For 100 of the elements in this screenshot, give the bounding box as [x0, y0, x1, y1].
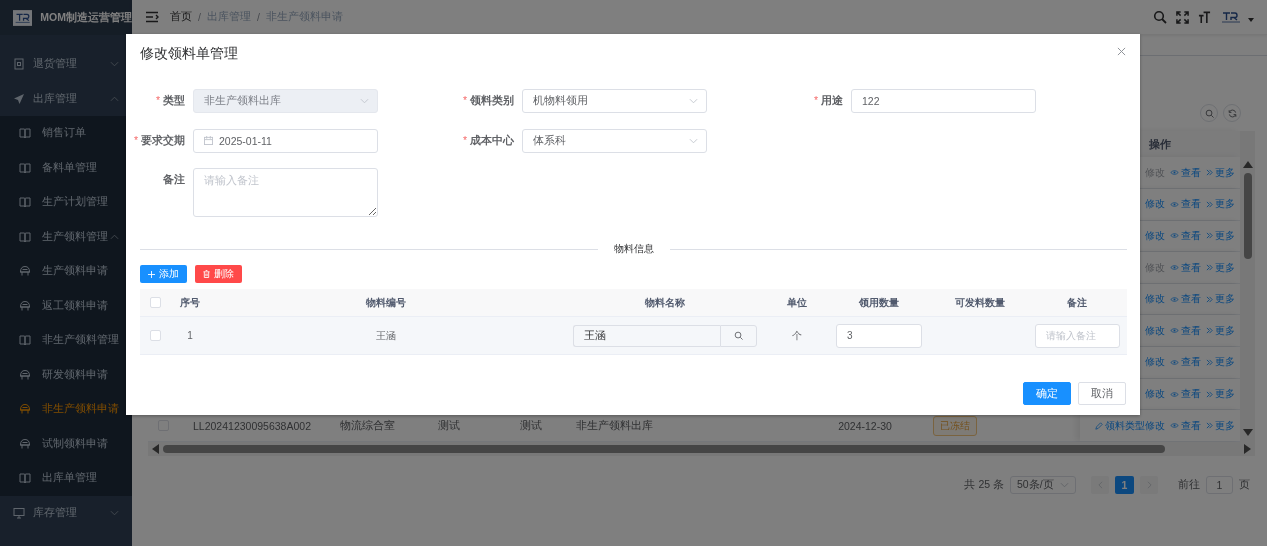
- page-suffix: 页: [1239, 478, 1250, 492]
- view-link[interactable]: 查看: [1170, 355, 1201, 370]
- view-link[interactable]: 查看: [1170, 387, 1201, 402]
- quantity-field[interactable]: 3: [836, 323, 922, 348]
- close-icon[interactable]: [1117, 47, 1126, 56]
- more-link[interactable]: 更多: [1206, 323, 1235, 338]
- field-label: * 类型: [155, 94, 185, 108]
- avatar-logo-icon[interactable]: [1220, 10, 1242, 24]
- helmet-icon: [19, 299, 31, 312]
- vertical-scrollbar[interactable]: [1240, 131, 1255, 442]
- scrollbar-thumb[interactable]: [163, 445, 1165, 453]
- more-link[interactable]: 更多: [1206, 197, 1235, 212]
- date-field[interactable]: 2025-01-11: [193, 128, 378, 153]
- arrow-up-icon[interactable]: [1242, 161, 1253, 168]
- edit-link[interactable]: 修改: [1145, 197, 1165, 212]
- menu-item[interactable]: 研发领料申请: [0, 357, 132, 392]
- plus-icon: [148, 270, 155, 278]
- column-header: 备注: [1066, 295, 1088, 310]
- input-field[interactable]: 122: [851, 89, 1036, 113]
- arrow-down-icon[interactable]: [1242, 429, 1253, 436]
- more-link[interactable]: 更多: [1206, 355, 1235, 370]
- view-link[interactable]: 查看: [1170, 165, 1201, 180]
- scrollbar-thumb[interactable]: [1243, 173, 1252, 259]
- breadcrumb-link[interactable]: 首页: [170, 10, 192, 24]
- table-cell-text: 测试: [437, 418, 461, 433]
- more-link[interactable]: 更多: [1206, 292, 1235, 307]
- double-chevron-icon: [1206, 232, 1213, 240]
- page-size-select[interactable]: 50条/页: [1010, 476, 1076, 494]
- more-link[interactable]: 更多: [1206, 228, 1235, 243]
- text-size-icon[interactable]: [1198, 10, 1211, 24]
- dropdown-field[interactable]: 体系科: [522, 128, 707, 153]
- menu-item[interactable]: 返工领料申请: [0, 288, 132, 323]
- edit-link[interactable]: 领料类型修改: [1095, 418, 1165, 433]
- more-link[interactable]: 更多: [1206, 387, 1235, 402]
- edit-link[interactable]: 修改: [1145, 387, 1165, 402]
- status-tag: 已冻结: [933, 415, 977, 436]
- dropdown-field[interactable]: 机物料领用: [522, 89, 707, 113]
- view-link[interactable]: 查看: [1170, 323, 1201, 338]
- view-link[interactable]: 查看: [1170, 197, 1201, 212]
- caret-icon[interactable]: [1248, 18, 1254, 22]
- table-cell-text: 非生产领料出库: [574, 418, 654, 433]
- breadcrumb-separator: /: [198, 11, 201, 23]
- confirm-button[interactable]: 确定: [1023, 382, 1071, 405]
- table-cell-text: 王涵: [375, 328, 397, 343]
- edit-link[interactable]: 修改: [1145, 228, 1165, 243]
- eye-icon: [1170, 390, 1179, 398]
- view-link[interactable]: 查看: [1170, 292, 1201, 307]
- delete-button[interactable]: 删除: [195, 265, 242, 283]
- view-link[interactable]: 查看: [1170, 418, 1201, 433]
- arrow-right-icon[interactable]: [1244, 444, 1251, 454]
- fullscreen-icon[interactable]: [1176, 10, 1189, 24]
- view-link[interactable]: 查看: [1170, 228, 1201, 243]
- page-number[interactable]: 1: [1115, 476, 1134, 494]
- input-field[interactable]: 王涵: [573, 324, 720, 347]
- edit-link[interactable]: 修改: [1145, 292, 1165, 307]
- menu-item[interactable]: 备料单管理: [0, 150, 132, 185]
- menu-item[interactable]: 生产领料申请: [0, 254, 132, 289]
- menu-item[interactable]: 生产计划管理: [0, 185, 132, 220]
- dialog-title: 修改领料单管理: [140, 46, 238, 62]
- add-button[interactable]: 添加: [140, 265, 187, 283]
- menu-item[interactable]: 试制领料申请: [0, 426, 132, 461]
- edit-link[interactable]: 修改: [1145, 355, 1165, 370]
- field-label: * 要求交期: [133, 133, 185, 148]
- more-link[interactable]: 更多: [1206, 165, 1235, 180]
- more-link[interactable]: 更多: [1206, 260, 1235, 275]
- search-button[interactable]: [1200, 104, 1218, 122]
- total-count: 共 25 条: [964, 478, 1004, 492]
- refresh-button[interactable]: [1223, 104, 1241, 122]
- menu-icon[interactable]: [145, 11, 159, 23]
- logo-icon: [13, 8, 33, 27]
- book-icon: [19, 334, 31, 347]
- menu-item[interactable]: 生产领料管理: [0, 219, 132, 254]
- double-chevron-icon: [1206, 169, 1213, 177]
- menu-item[interactable]: 出库单管理: [0, 461, 132, 496]
- page-input[interactable]: 1: [1206, 476, 1233, 494]
- double-chevron-icon: [1206, 358, 1213, 366]
- menu-item[interactable]: 非生产领料管理: [0, 323, 132, 358]
- book-icon: [19, 196, 31, 209]
- cancel-button[interactable]: 取消: [1078, 382, 1126, 405]
- double-chevron-icon: [1206, 200, 1213, 208]
- eye-icon: [1170, 232, 1179, 240]
- checkbox[interactable]: [149, 297, 161, 308]
- view-link[interactable]: 查看: [1170, 260, 1201, 275]
- horizontal-scrollbar[interactable]: [148, 442, 1255, 456]
- edit-link[interactable]: 修改: [1145, 323, 1165, 338]
- eye-icon: [1170, 200, 1179, 208]
- chevron-down-icon: [1060, 482, 1069, 488]
- arrow-left-icon[interactable]: [152, 444, 159, 454]
- checkbox[interactable]: [149, 330, 161, 341]
- book-icon: [19, 472, 31, 485]
- double-chevron-icon: [1206, 327, 1213, 335]
- menu-item[interactable]: 非生产领料申请: [0, 392, 132, 427]
- eye-icon: [1170, 169, 1179, 177]
- more-link[interactable]: 更多: [1206, 418, 1235, 433]
- menu-item[interactable]: 销售订单: [0, 116, 132, 151]
- chevron-down-icon: [360, 98, 369, 104]
- field-label: 备注: [163, 173, 185, 187]
- search-icon[interactable]: [1153, 10, 1167, 24]
- field-label: * 成本中心: [462, 133, 514, 148]
- search-button[interactable]: [720, 324, 757, 347]
